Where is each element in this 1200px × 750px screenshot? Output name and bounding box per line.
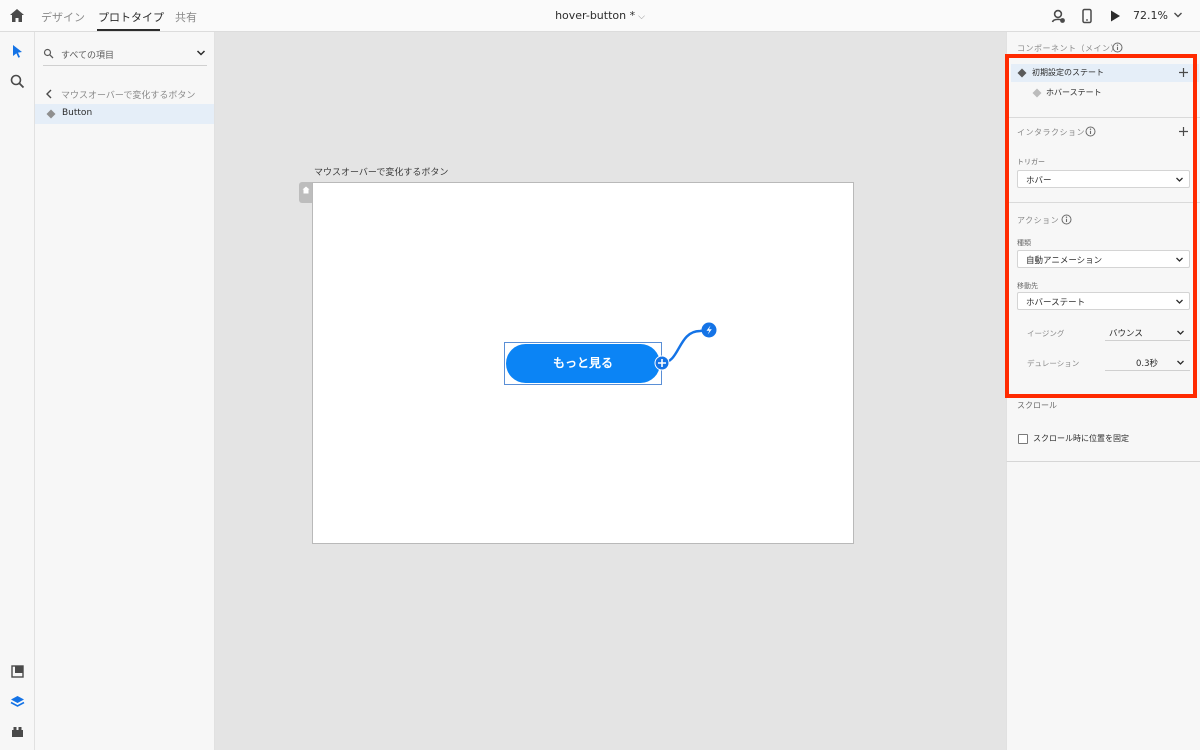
add-interaction-icon[interactable] <box>1178 126 1189 137</box>
search-icon <box>43 48 54 59</box>
chevron-down-icon[interactable] <box>1172 9 1184 21</box>
device-preview-icon[interactable] <box>1079 8 1095 24</box>
fix-position-checkbox[interactable] <box>1018 434 1028 444</box>
more-button[interactable]: もっと見る <box>506 344 660 383</box>
chevron-left-icon <box>46 89 52 99</box>
divider <box>1007 117 1200 118</box>
state-item-default[interactable]: 初期設定のステート <box>1011 64 1199 82</box>
property-inspector: コンポーネント（メイン） 初期設定のステート ホバーステート インタラクション … <box>1006 32 1200 462</box>
user-icon[interactable] <box>1050 8 1066 24</box>
breadcrumb-label: マウスオーバーで変化するボタン <box>61 91 196 101</box>
trigger-label: トリガー <box>1017 158 1045 166</box>
info-icon[interactable] <box>1085 126 1096 137</box>
trigger-value: ホバー <box>1026 176 1052 186</box>
state-label: ホバーステート <box>1046 88 1102 97</box>
component-section-title: コンポーネント（メイン） <box>1017 44 1119 53</box>
document-title[interactable]: hover-button * ⌵ <box>0 9 1200 22</box>
duration-label: デュレーション <box>1027 359 1080 368</box>
zoom-level[interactable]: 72.1% <box>1133 9 1168 22</box>
state-icon <box>1032 88 1042 98</box>
destination-label: 移動先 <box>1017 282 1038 290</box>
top-bar: デザイン プロトタイプ 共有 hover-button * ⌵ 72.1% <box>0 0 1200 32</box>
property-inspector-empty <box>1006 462 1200 750</box>
destination-select[interactable]: ホバーステート <box>1017 292 1190 310</box>
canvas[interactable]: マウスオーバーで変化するボタン もっと見る <box>215 32 1006 750</box>
assets-icon[interactable] <box>9 663 26 680</box>
layers-panel: すべての項目 マウスオーバーで変化するボタン Button <box>35 32 215 750</box>
layer-search-text: すべての項目 <box>61 51 115 61</box>
interaction-wire[interactable] <box>652 319 722 379</box>
chevron-down-icon <box>1176 299 1183 304</box>
scroll-section-title: スクロール <box>1017 401 1057 410</box>
type-value: 自動アニメーション <box>1026 256 1103 266</box>
info-icon[interactable] <box>1112 42 1123 53</box>
duration-value: 0.3秒 <box>1136 359 1159 369</box>
divider <box>1105 370 1190 371</box>
chevron-down-icon <box>1176 257 1183 262</box>
tool-bar <box>0 32 35 750</box>
search-icon[interactable] <box>9 73 26 90</box>
divider <box>1105 340 1190 341</box>
home-artboard-marker[interactable] <box>299 182 313 203</box>
duration-row[interactable]: デュレーション 0.3秒 <box>1017 353 1190 371</box>
state-item-hover[interactable]: ホバーステート <box>1011 84 1199 102</box>
layer-breadcrumb[interactable]: マウスオーバーで変化するボタン <box>43 87 207 101</box>
fix-position-label: スクロール時に位置を固定 <box>1033 434 1129 443</box>
chevron-down-icon <box>1177 330 1184 335</box>
divider <box>1007 202 1200 203</box>
easing-value: バウンス <box>1109 329 1143 339</box>
plugins-icon[interactable] <box>9 723 26 740</box>
select-tool-icon[interactable] <box>9 43 26 60</box>
state-label: 初期設定のステート <box>1032 68 1104 77</box>
layers-icon[interactable] <box>9 693 26 710</box>
layer-search[interactable]: すべての項目 <box>43 44 207 66</box>
easing-label: イージング <box>1027 329 1065 338</box>
trigger-select[interactable]: ホバー <box>1017 170 1190 188</box>
type-select[interactable]: 自動アニメーション <box>1017 250 1190 268</box>
chevron-down-icon <box>1177 360 1184 365</box>
easing-row[interactable]: イージング バウンス <box>1017 323 1190 341</box>
play-icon[interactable] <box>1107 8 1123 24</box>
home-icon <box>302 186 310 194</box>
info-icon[interactable] <box>1061 214 1072 225</box>
component-icon <box>46 109 56 119</box>
chevron-down-icon <box>1176 177 1183 182</box>
destination-value: ホバーステート <box>1026 298 1086 308</box>
active-tab-indicator <box>97 29 160 31</box>
main-component-icon <box>1017 68 1027 78</box>
document-title-text: hover-button * <box>555 9 636 22</box>
chevron-down-icon: ⌵ <box>638 12 645 22</box>
action-section-title: アクション <box>1017 216 1060 225</box>
type-label: 種類 <box>1017 239 1031 247</box>
layer-item-label: Button <box>62 108 93 118</box>
artboard[interactable]: もっと見る <box>312 182 854 544</box>
chevron-down-icon[interactable] <box>195 47 207 59</box>
interaction-section-title: インタラクション <box>1017 128 1085 137</box>
add-state-icon[interactable] <box>1178 67 1189 78</box>
artboard-name[interactable]: マウスオーバーで変化するボタン <box>314 165 448 178</box>
layer-item-button[interactable]: Button <box>35 104 214 124</box>
